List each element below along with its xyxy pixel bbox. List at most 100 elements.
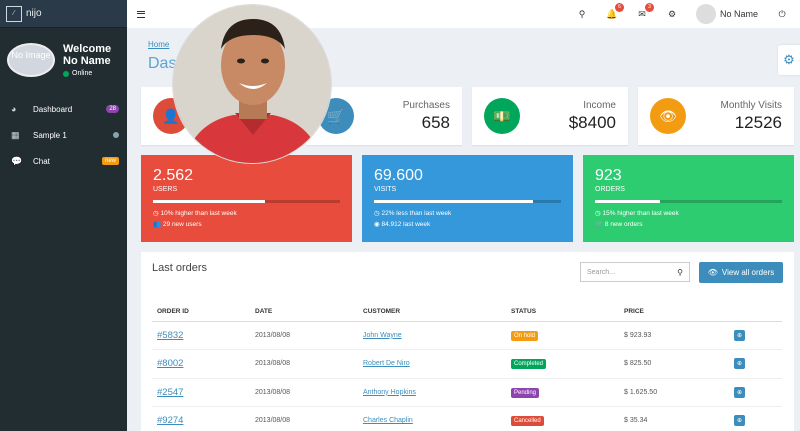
table-icon: ▦ <box>11 129 20 140</box>
table-row: #2547 2013/08/08 Anthony Hopkins Pending… <box>152 378 782 407</box>
sidebar-menu: ◕ Dashboard 28 ▦ Sample 1 💬 Chat new <box>0 96 127 174</box>
last-orders-panel: Last orders Search... ⚲ 👁 View all orders … <box>141 252 794 431</box>
order-date: 2013/08/08 <box>250 349 358 379</box>
column-header: DATE <box>250 302 358 322</box>
order-date: 2013/08/08 <box>250 321 358 350</box>
mail-count: 3 <box>644 2 654 12</box>
power-icon[interactable]: ⏻ <box>776 9 788 20</box>
panel-title: Last orders <box>152 262 208 274</box>
user-name: No Name <box>63 55 111 67</box>
customer-link[interactable]: Charles Chaplin <box>358 406 506 431</box>
customer-link[interactable]: John Wayne <box>358 321 506 350</box>
order-id-link[interactable]: #8002 <box>152 349 250 379</box>
new-badge: new <box>101 157 119 165</box>
status-badge: Pending <box>511 387 540 398</box>
settings-gear-icon[interactable]: ⚙ <box>666 9 678 20</box>
eye-icon: 👁 <box>650 98 686 134</box>
info-box-label: Monthly Visits <box>720 99 782 111</box>
info-box-label: Income <box>583 99 616 111</box>
orders-table: ORDER ID DATE CUSTOMER STATUS PRICE #583… <box>152 302 782 431</box>
zoom-icon[interactable]: ⊕ <box>734 358 745 370</box>
info-box-value: $8400 <box>568 112 616 132</box>
dashboard-icon: ◕ <box>11 104 17 114</box>
info-box-label: Purchases <box>402 99 450 111</box>
order-id-link[interactable]: #5832 <box>152 321 250 350</box>
order-date: 2013/08/08 <box>250 378 358 407</box>
notifications-bell-icon[interactable]: 🔔 6 <box>606 2 624 20</box>
person-portrait-image <box>173 5 331 163</box>
zoom-icon[interactable]: ⊕ <box>734 386 745 398</box>
column-header: STATUS <box>506 302 619 322</box>
count-badge: 28 <box>106 105 119 113</box>
stat-number: 923 <box>595 167 622 184</box>
order-price: $ 35.34 <box>619 406 729 431</box>
sidebar-item-sample-1[interactable]: ▦ Sample 1 <box>0 122 127 148</box>
stat-label: ORDERS <box>595 186 625 193</box>
order-price: $ 825.50 <box>619 349 729 379</box>
online-status: Online <box>63 70 111 77</box>
status-badge: Cancelled <box>511 416 544 427</box>
sidebar-item-label: Chat <box>33 156 50 166</box>
money-icon: 💵 <box>484 98 520 134</box>
cart-icon: 🛒 <box>595 221 605 228</box>
sidebar-item-dashboard[interactable]: ◕ Dashboard 28 <box>0 96 127 122</box>
column-header: ORDER ID <box>152 302 250 322</box>
view-all-orders-button[interactable]: 👁 View all orders <box>699 262 783 283</box>
column-header: PRICE <box>619 302 729 322</box>
welcome-text: Welcome <box>63 43 112 55</box>
order-price: $ 1.625.50 <box>619 378 729 407</box>
avatar: No Image <box>7 43 55 77</box>
stat-card-visits: 69.600 VISITS ◷ 22% less than last week … <box>362 155 573 242</box>
order-date: 2013/08/08 <box>250 406 358 431</box>
status-badge: On hold <box>511 330 539 341</box>
logo-icon: ⁄ <box>6 5 22 22</box>
info-box-income: 💵 Income $8400 <box>472 87 628 145</box>
info-box-value: 12526 <box>734 112 782 132</box>
table-row: #8002 2013/08/08 Robert De Niro Complete… <box>152 349 782 379</box>
order-price: $ 923.93 <box>619 321 729 350</box>
info-box-monthly-visits: 👁 Monthly Visits 12526 <box>638 87 794 145</box>
customer-link[interactable]: Anthony Hopkins <box>358 378 506 407</box>
brand-name: nijo <box>26 8 42 19</box>
stat-card-orders: 923 ORDERS ◷ 15% higher than last week 🛒… <box>583 155 794 242</box>
brand[interactable]: ⁄ nijo <box>0 0 127 28</box>
notification-count: 6 <box>614 2 624 12</box>
zoom-icon[interactable]: ⊕ <box>734 329 745 341</box>
settings-panel-gear-icon[interactable]: ⚙ <box>778 45 800 75</box>
progress-bar <box>595 200 782 203</box>
search-icon[interactable]: ⚲ <box>576 9 588 20</box>
table-row: #5832 2013/08/08 John Wayne On hold $ 92… <box>152 321 782 350</box>
zoom-icon[interactable]: ⊕ <box>734 415 745 427</box>
stat-label: VISITS <box>374 186 397 193</box>
profile-photo-overlay <box>172 4 332 164</box>
user-name: No Name <box>719 9 758 19</box>
progress-fill <box>153 200 266 203</box>
progress-bar <box>374 200 561 203</box>
progress-bar <box>153 200 340 203</box>
chevron-icon <box>113 132 119 138</box>
sidebar-item-label: Sample 1 <box>33 130 67 140</box>
user-panel: No Image Welcome No Name Online <box>0 28 127 92</box>
order-id-link[interactable]: #2547 <box>152 378 250 407</box>
sidebar: ⁄ nijo No Image Welcome No Name Online ◕… <box>0 0 127 431</box>
stat-number: 69.600 <box>374 167 423 184</box>
chat-icon: 💬 <box>11 155 23 166</box>
table-row: #9274 2013/08/08 Charles Chaplin Cancell… <box>152 406 782 431</box>
users-icon: 👥 <box>153 221 163 228</box>
search-icon: ⚲ <box>677 267 683 277</box>
search-input[interactable]: Search... ⚲ <box>580 262 690 282</box>
stat-number: 2.562 <box>153 167 194 184</box>
online-dot-icon <box>63 70 69 77</box>
user-menu[interactable]: No Name <box>695 4 758 24</box>
avatar <box>695 4 716 24</box>
sidebar-item-chat[interactable]: 💬 Chat new <box>0 148 127 174</box>
info-box-value: 658 <box>421 112 450 132</box>
stat-card-users: 2.562 USERS ◷ 10% higher than last week … <box>141 155 352 242</box>
hamburger-menu-icon[interactable] <box>137 10 145 18</box>
progress-fill <box>595 200 661 203</box>
mail-icon[interactable]: ✉ 3 <box>636 2 654 20</box>
order-id-link[interactable]: #9274 <box>152 406 250 431</box>
customer-link[interactable]: Robert De Niro <box>358 349 506 379</box>
column-header: CUSTOMER <box>358 302 506 322</box>
eye-icon: 👁 <box>707 268 718 277</box>
